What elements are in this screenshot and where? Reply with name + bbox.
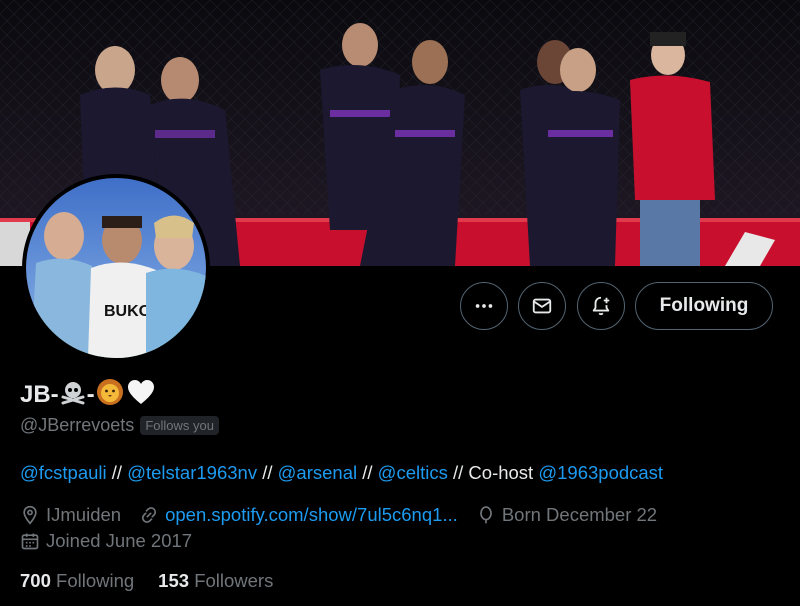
following-label: Following: [56, 570, 135, 591]
skull-crossbones-icon: [60, 379, 86, 412]
svg-text:BUKO: BUKO: [104, 303, 151, 320]
location-item: IJmuiden: [20, 504, 121, 526]
bio-mention-telstar1963nv[interactable]: @telstar1963nv: [127, 462, 257, 483]
bio-mention-arsenal[interactable]: @arsenal: [278, 462, 357, 483]
birthday-text: Born December 22: [501, 504, 658, 525]
more-horizontal-icon: [475, 304, 493, 308]
bio-mention-1963podcast[interactable]: @1963podcast: [538, 462, 663, 483]
bell-plus-icon: [592, 296, 610, 316]
profile-meta: IJmuiden open.spotify.com/show/7ul5c6nq1…: [20, 504, 675, 526]
white-heart-icon: [126, 378, 156, 413]
bio-text: //: [106, 462, 128, 483]
display-name-separator: -: [86, 381, 95, 408]
more-button[interactable]: [460, 282, 508, 330]
followers-label: Followers: [194, 570, 274, 591]
mail-icon: [532, 298, 552, 314]
avatar-photo: BUKO: [26, 178, 206, 358]
bio-mention-fcstpauli[interactable]: @fcstpauli: [20, 462, 107, 483]
bio-text: // Co-host: [447, 462, 539, 483]
joined-text: Joined June 2017: [46, 530, 193, 551]
notify-button[interactable]: [577, 282, 625, 330]
profile-meta-joined: Joined June 2017: [20, 530, 210, 552]
lion-face-icon: [96, 378, 124, 413]
calendar-icon: [21, 533, 39, 550]
bio-mention-celtics[interactable]: @celtics: [378, 462, 448, 483]
website-item[interactable]: open.spotify.com/show/7ul5c6nq1...: [139, 504, 458, 526]
profile-stats: 700 Following 153 Followers: [20, 570, 297, 592]
balloon-icon: [479, 506, 492, 524]
handle-row: @JBerrevoets Follows you: [20, 415, 219, 436]
display-name: JB- -: [20, 377, 157, 413]
profile-bio: @fcstpauli // @telstar1963nv // @arsenal…: [20, 462, 663, 484]
location-text: IJmuiden: [46, 504, 122, 525]
following-button[interactable]: Following: [635, 282, 773, 330]
website-link[interactable]: open.spotify.com/show/7ul5c6nq1...: [165, 504, 458, 526]
following-count: 700: [20, 570, 51, 591]
following-stat[interactable]: 700 Following: [20, 570, 134, 592]
joined-item: Joined June 2017: [20, 530, 192, 552]
location-pin-icon: [23, 505, 37, 525]
birthday-item: Born December 22: [476, 504, 657, 526]
message-button[interactable]: [518, 282, 566, 330]
followers-count: 153: [158, 570, 190, 591]
follows-you-badge: Follows you: [140, 416, 219, 435]
user-handle: @JBerrevoets: [20, 415, 135, 435]
display-name-prefix: JB-: [20, 381, 59, 408]
following-button-label: Following: [659, 295, 749, 316]
bio-text: //: [257, 462, 278, 483]
followers-stat[interactable]: 153 Followers: [158, 570, 273, 592]
profile-avatar[interactable]: BUKO: [22, 174, 210, 362]
link-icon: [141, 507, 157, 523]
bio-text: //: [357, 462, 378, 483]
